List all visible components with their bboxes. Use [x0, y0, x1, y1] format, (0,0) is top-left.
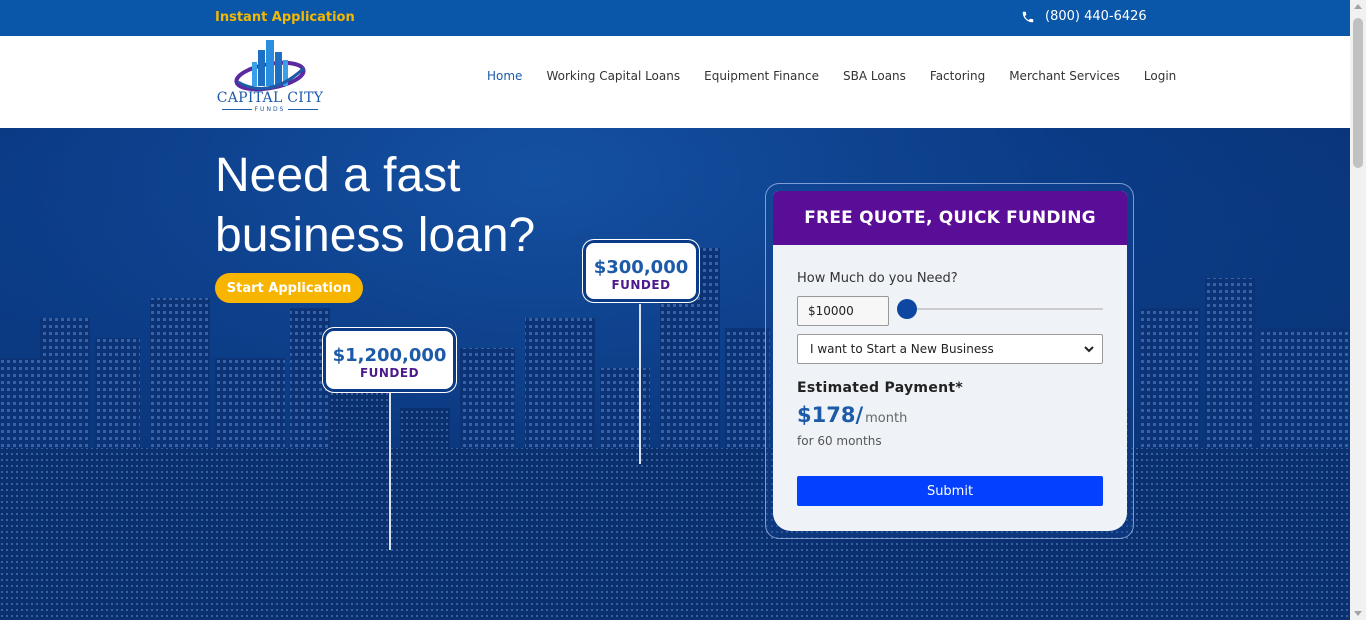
- submit-button[interactable]: Submit: [797, 476, 1103, 506]
- amount-input[interactable]: [797, 296, 889, 326]
- funded-amount: $300,000: [593, 257, 689, 278]
- funded-label: FUNDED: [611, 278, 671, 292]
- top-bar: Instant Application (800) 440-6426: [0, 0, 1350, 36]
- scroll-down-icon[interactable]: [1354, 611, 1362, 616]
- scrollbar-thumb[interactable]: [1353, 18, 1363, 168]
- funded-amount: $1,200,000: [332, 345, 447, 366]
- logo-subtitle: FUNDS: [216, 106, 324, 113]
- amount-slider[interactable]: [907, 308, 1103, 310]
- funded-pole: [639, 304, 641, 464]
- nav-home[interactable]: Home: [487, 69, 522, 83]
- instant-application-link[interactable]: Instant Application: [215, 10, 355, 25]
- main-nav: Home Working Capital Loans Equipment Fin…: [487, 69, 1200, 83]
- estimated-payment-term: for 60 months: [797, 434, 882, 448]
- quote-form: FREE QUOTE, QUICK FUNDING How Much do yo…: [773, 191, 1127, 531]
- nav-equipment-finance[interactable]: Equipment Finance: [704, 69, 819, 83]
- hero-section: Need a fast business loan? Start Applica…: [0, 128, 1350, 620]
- nav-login[interactable]: Login: [1144, 69, 1176, 83]
- estimated-payment-title: Estimated Payment*: [797, 380, 963, 396]
- start-application-button[interactable]: Start Application: [215, 273, 363, 303]
- estimated-payment-amount: $178/: [797, 403, 864, 427]
- business-type-value: I want to Start a New Business: [810, 342, 994, 356]
- scroll-up-icon[interactable]: [1354, 4, 1362, 9]
- phone-link[interactable]: (800) 440-6426: [1021, 9, 1147, 24]
- amount-label: How Much do you Need?: [797, 271, 958, 286]
- amount-slider-handle[interactable]: [897, 299, 917, 319]
- city-skyline-background: [0, 128, 1350, 620]
- quote-title: FREE QUOTE, QUICK FUNDING: [773, 191, 1127, 245]
- nav-factoring[interactable]: Factoring: [930, 69, 985, 83]
- funded-badge-1-2m: $1,200,000 FUNDED: [326, 331, 453, 389]
- business-type-select[interactable]: I want to Start a New Business: [797, 334, 1103, 364]
- phone-number: (800) 440-6426: [1045, 9, 1147, 24]
- phone-icon: [1022, 11, 1034, 22]
- nav-sba-loans[interactable]: SBA Loans: [843, 69, 906, 83]
- nav-working-capital-loans[interactable]: Working Capital Loans: [546, 69, 680, 83]
- logo[interactable]: CAPITAL CITY FUNDS: [216, 36, 324, 128]
- logo-name: CAPITAL CITY: [216, 90, 324, 106]
- chevron-down-icon: [1084, 346, 1094, 353]
- funded-badge-300k: $300,000 FUNDED: [586, 243, 696, 299]
- logo-buildings-icon: [234, 40, 306, 92]
- funded-label: FUNDED: [359, 366, 420, 380]
- headline-line-2: business loan?: [215, 209, 536, 262]
- funded-pole: [389, 392, 391, 550]
- hero-headline: Need a fast business loan?: [215, 146, 575, 266]
- estimated-payment: $178/ month: [797, 403, 907, 427]
- nav-merchant-services[interactable]: Merchant Services: [1009, 69, 1120, 83]
- navbar: CAPITAL CITY FUNDS Home Working Capital …: [0, 36, 1350, 128]
- page-scrollbar[interactable]: [1350, 0, 1366, 620]
- estimated-payment-period: month: [865, 411, 908, 426]
- headline-line-1: Need a fast: [215, 149, 461, 202]
